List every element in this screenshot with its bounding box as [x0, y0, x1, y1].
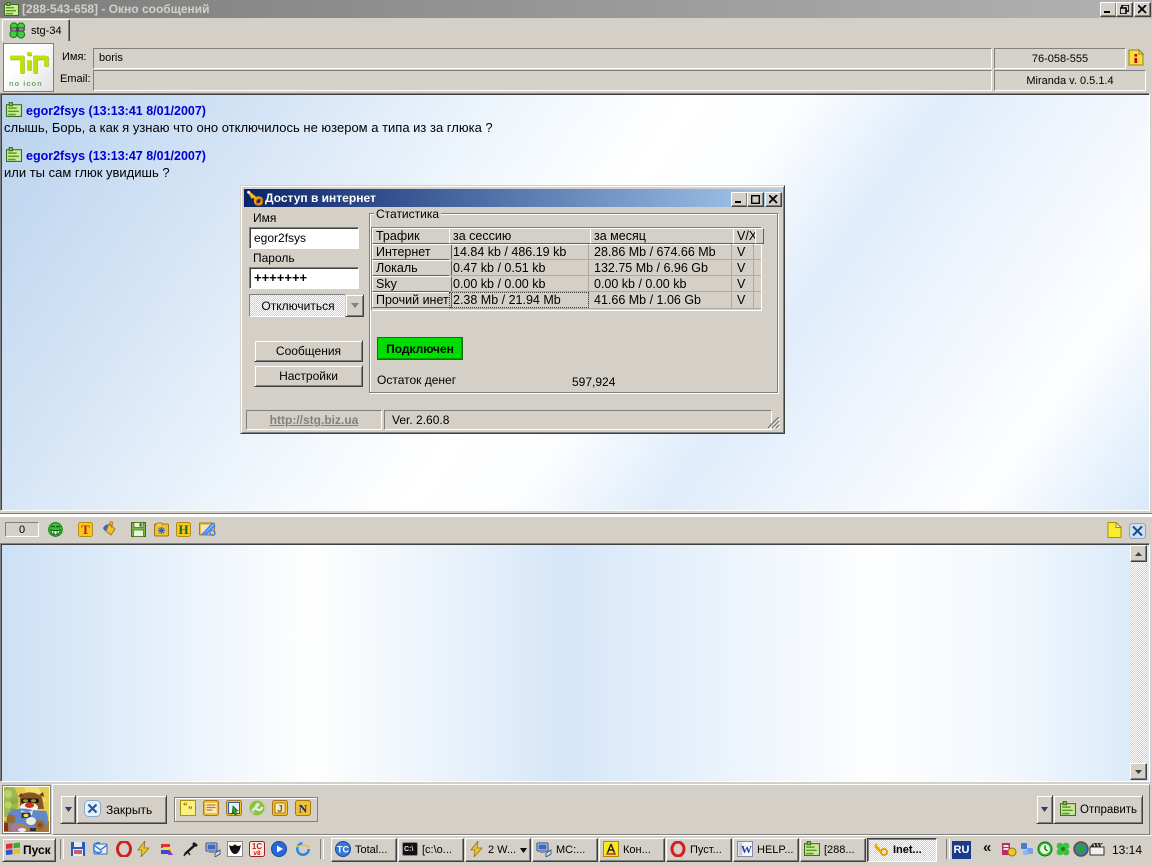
svg-text:”: ” — [188, 805, 193, 815]
svg-text:N: N — [299, 802, 308, 816]
svg-text:no icon: no icon — [9, 79, 43, 88]
svg-text:J: J — [277, 804, 283, 815]
svg-text:v8: v8 — [253, 850, 261, 857]
svg-text:“: “ — [183, 801, 188, 811]
svg-text:T: T — [81, 522, 90, 537]
svg-text:C:\: C:\ — [404, 846, 413, 853]
svg-text:H: H — [178, 522, 188, 537]
svg-text:W: W — [741, 844, 752, 856]
svg-text:TC: TC — [337, 844, 349, 854]
